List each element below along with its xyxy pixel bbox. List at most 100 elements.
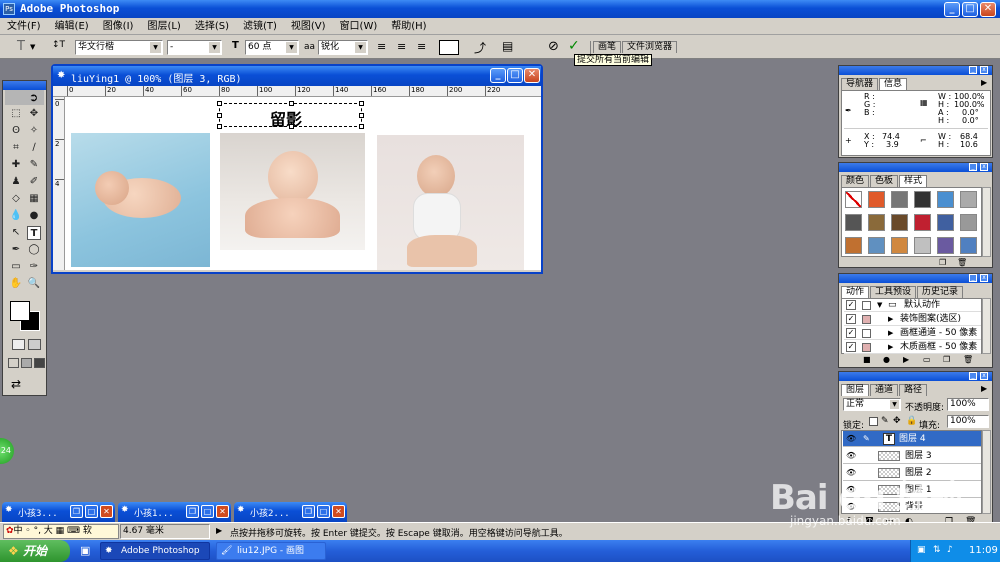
type-tool-icon[interactable]: T xyxy=(17,39,25,54)
style-swatch[interactable] xyxy=(914,237,931,254)
delete-style-icon[interactable]: 🗑 xyxy=(957,258,967,267)
align-right-icon[interactable]: ≡ xyxy=(417,40,426,53)
eye-icon[interactable]: 👁 xyxy=(846,431,856,447)
taskbar-item-photoshop[interactable]: ✸ Adobe Photoshop xyxy=(100,542,210,560)
font-family-select[interactable]: 华文行楷 ▼ xyxy=(75,40,163,55)
ime-toolbar[interactable]: ✿中 ◦ °, 大 ▦ ⌨ 软 xyxy=(3,524,119,539)
maximize-button[interactable]: □ xyxy=(201,505,214,518)
close-button[interactable]: ✕ xyxy=(216,505,229,518)
transform-handle[interactable] xyxy=(359,101,364,106)
new-set-icon[interactable]: ▭ xyxy=(923,355,931,364)
restore-button[interactable]: ❐ xyxy=(186,505,199,518)
eye-icon[interactable]: 👁 xyxy=(846,448,856,464)
text-orientation-icon[interactable]: ↕T xyxy=(52,40,65,50)
screen-mode-full-menu-icon[interactable] xyxy=(21,358,32,368)
tab-paths[interactable]: 路径 xyxy=(899,384,928,396)
close-button[interactable]: ✕ xyxy=(332,505,345,518)
text-color-swatch[interactable] xyxy=(439,40,459,55)
restore-button[interactable]: ❐ xyxy=(302,505,315,518)
layers-scrollbar[interactable] xyxy=(982,430,991,514)
tray-app-icon[interactable]: ▣ xyxy=(917,545,926,555)
lasso-tool-icon[interactable]: ʘ xyxy=(9,124,23,138)
transform-handle[interactable] xyxy=(289,101,294,106)
style-swatch[interactable] xyxy=(914,191,931,208)
tab-info[interactable]: 信息 xyxy=(879,78,908,90)
close-button[interactable]: ✕ xyxy=(980,2,996,17)
actions-scrollbar[interactable] xyxy=(982,298,991,354)
brush-link-icon[interactable]: ✎ xyxy=(863,431,870,447)
zoom-readout[interactable]: 4.67 毫米 xyxy=(120,524,210,539)
shape-tool-icon[interactable]: ◯ xyxy=(27,243,41,257)
style-swatch[interactable] xyxy=(960,237,977,254)
show-desktop-icon[interactable]: ▣ xyxy=(80,544,90,557)
transform-handle[interactable] xyxy=(359,124,364,129)
new-style-icon[interactable]: ❐ xyxy=(939,258,946,267)
style-swatch[interactable] xyxy=(960,214,977,231)
menu-item[interactable]: 选择(S) xyxy=(188,18,236,36)
menu-item[interactable]: 窗口(W) xyxy=(333,18,385,36)
taskbar-item-paint[interactable]: 🖌 liu12.JPG - 画图 xyxy=(216,542,326,560)
layer-row[interactable]: 👁 ✎ T 图层 4 xyxy=(843,431,981,447)
canvas[interactable]: 留影 xyxy=(65,97,541,270)
antialias-select[interactable]: 锐化 ▼ xyxy=(318,40,368,55)
menu-item[interactable]: 图像(I) xyxy=(96,18,141,36)
warp-text-icon[interactable]: ⤴ xyxy=(474,39,486,56)
action-row[interactable]: ✓ ▶ 木质画框 - 50 像素 xyxy=(844,341,981,354)
font-style-select[interactable]: - ▼ xyxy=(167,40,222,55)
dialog-toggle-icon[interactable] xyxy=(862,301,871,310)
tab-actions[interactable]: 动作 xyxy=(841,286,870,298)
action-toggle-checkbox[interactable]: ✓ xyxy=(846,300,856,310)
action-row[interactable]: ✓ ▼ ▭ 默认动作 xyxy=(844,299,981,312)
expand-arrow-icon[interactable]: ▼ xyxy=(877,299,882,312)
tab-styles[interactable]: 样式 xyxy=(899,175,928,187)
crop-tool-icon[interactable]: ⌗ xyxy=(9,141,23,155)
transform-handle[interactable] xyxy=(217,101,222,106)
dialog-toggle-icon[interactable] xyxy=(862,343,871,352)
align-left-icon[interactable]: ≡ xyxy=(377,40,386,53)
marquee-tool-icon[interactable]: ⬚ xyxy=(9,107,23,121)
foreground-color[interactable] xyxy=(10,301,30,321)
magic-wand-tool-icon[interactable]: ✧ xyxy=(27,124,41,138)
menu-item[interactable]: 帮助(H) xyxy=(384,18,433,36)
action-toggle-checkbox[interactable]: ✓ xyxy=(846,342,856,352)
tab-color[interactable]: 颜色 xyxy=(841,175,870,187)
tab-swatches[interactable]: 色板 xyxy=(870,175,899,187)
layer-row[interactable]: 👁 图层 3 xyxy=(843,448,981,464)
text-layer-content[interactable]: 留影 xyxy=(270,106,302,130)
history-brush-tool-icon[interactable]: ✐ xyxy=(27,175,41,189)
style-swatch[interactable] xyxy=(891,191,908,208)
dodge-tool-icon[interactable]: ● xyxy=(27,209,41,223)
blur-tool-icon[interactable]: 💧 xyxy=(9,209,23,223)
start-button[interactable]: ❖ 开始 xyxy=(0,540,70,562)
blend-mode-select[interactable]: 正常 ▼ xyxy=(843,398,901,411)
transform-handle[interactable] xyxy=(359,113,364,118)
brush-tool-icon[interactable]: ✎ xyxy=(27,158,41,172)
tab-history[interactable]: 历史记录 xyxy=(917,286,964,298)
style-swatch[interactable] xyxy=(937,214,954,231)
gradient-tool-icon[interactable]: ▦ xyxy=(27,192,41,206)
type-tool-icon[interactable]: T xyxy=(27,226,41,240)
screen-mode-full-icon[interactable] xyxy=(34,358,45,368)
style-swatch[interactable] xyxy=(891,214,908,231)
standard-mode-icon[interactable] xyxy=(12,339,25,350)
fill-input[interactable]: 100% xyxy=(947,415,989,428)
action-toggle-checkbox[interactable]: ✓ xyxy=(846,328,856,338)
style-swatch[interactable] xyxy=(937,191,954,208)
style-swatch[interactable] xyxy=(937,237,954,254)
tab-channels[interactable]: 通道 xyxy=(870,384,899,396)
tab-navigator[interactable]: 导航器 xyxy=(841,78,879,90)
action-row[interactable]: ✓ ▶ 画框通道 - 50 像素 xyxy=(844,327,981,340)
menu-item[interactable]: 编辑(E) xyxy=(48,18,96,36)
document-minimize-button[interactable]: _ xyxy=(490,68,506,83)
style-swatch[interactable] xyxy=(845,214,862,231)
lock-transparency-icon[interactable] xyxy=(869,417,878,426)
expand-arrow-icon[interactable]: ▶ xyxy=(888,313,893,326)
clock[interactable]: 11:09 xyxy=(969,545,998,556)
jump-to-imageready-icon[interactable]: ⇄ xyxy=(11,377,21,391)
restore-button[interactable]: ❐ xyxy=(70,505,83,518)
panel-menu-icon[interactable]: ▶ xyxy=(981,384,987,393)
text-bounding-box[interactable]: 留影 xyxy=(217,101,364,130)
pen-tool-icon[interactable]: ✒ xyxy=(9,243,23,257)
document-close-button[interactable]: ✕ xyxy=(524,68,540,83)
tab-brushes[interactable]: 画笔 xyxy=(593,41,622,53)
